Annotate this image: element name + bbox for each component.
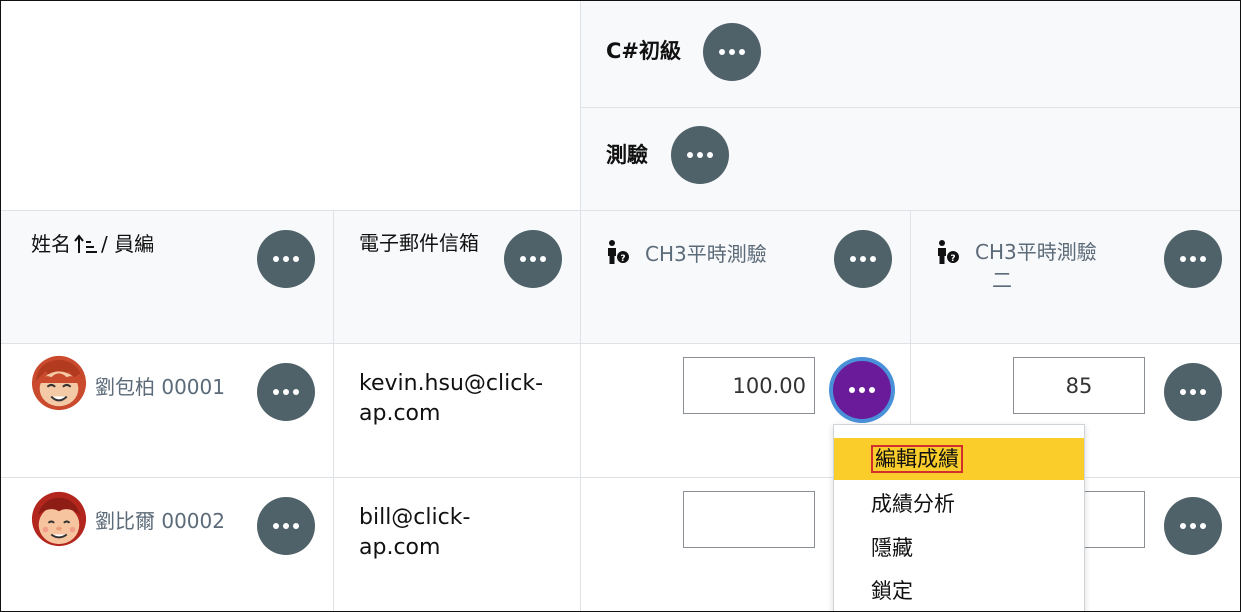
grade-item-2-label: CH3平時測驗 — [975, 240, 1097, 264]
name-sort-link[interactable]: 姓名 — [31, 228, 71, 257]
ellipsis-icon — [293, 256, 299, 262]
id-sort-link[interactable]: / 員編 — [101, 228, 154, 257]
ellipsis-icon — [520, 256, 526, 262]
student-name-link[interactable]: 劉比爾 00002 — [95, 505, 225, 534]
menu-item-label: 隱藏 — [871, 536, 913, 560]
avatar — [31, 355, 87, 411]
ellipsis-icon — [273, 523, 279, 529]
student-email: kevin.hsu@click- ap.com — [359, 369, 543, 429]
grade-item-1-link[interactable]: CH3平時測驗 — [645, 238, 767, 267]
email-column-actions-button[interactable] — [504, 230, 562, 288]
subcategory-title: 測驗 — [606, 143, 648, 167]
name-column-actions-button[interactable] — [257, 230, 315, 288]
ellipsis-icon — [273, 256, 279, 262]
ellipsis-icon — [283, 389, 289, 395]
divider — [580, 1, 581, 611]
ellipsis-icon — [1200, 523, 1206, 529]
ellipsis-icon — [719, 49, 725, 55]
ellipsis-icon — [293, 523, 299, 529]
grade-actions-menu: 編輯成績 成績分析 隱藏 鎖定 — [833, 424, 1085, 611]
student-name-link[interactable]: 劉包柏 00001 — [95, 371, 225, 400]
menu-item-label: 編輯成績 — [871, 445, 963, 473]
menu-item-grade-analysis[interactable]: 成績分析 — [834, 483, 1084, 525]
name-header: 姓名 / 員編 — [31, 227, 154, 257]
menu-item-hide[interactable]: 隱藏 — [834, 527, 1084, 569]
subcategory-actions-button[interactable] — [671, 126, 729, 184]
category-actions-button[interactable] — [703, 23, 761, 81]
menu-item-lock[interactable]: 鎖定 — [834, 570, 1084, 611]
grade-input[interactable] — [683, 357, 815, 414]
grade-item-1-actions-button[interactable] — [834, 230, 892, 288]
divider — [1, 343, 1240, 344]
ellipsis-icon — [859, 387, 865, 393]
divider — [333, 211, 334, 611]
ellipsis-icon — [1180, 523, 1186, 529]
email-text-cont: ap.com — [359, 401, 441, 426]
ellipsis-icon — [530, 256, 536, 262]
ellipsis-icon — [687, 152, 693, 158]
ellipsis-icon — [869, 387, 875, 393]
ellipsis-icon — [729, 49, 735, 55]
grade-item-2-label-cont: 二 — [992, 268, 1012, 292]
student-actions-button[interactable] — [257, 497, 315, 555]
ellipsis-icon — [707, 152, 713, 158]
student-actions-button[interactable] — [257, 363, 315, 421]
manual-grade-item-icon: ? — [938, 240, 959, 264]
grade-cell-actions-button[interactable] — [1164, 497, 1222, 555]
divider — [580, 107, 1240, 108]
grade-cell-actions-button[interactable] — [1164, 363, 1222, 421]
ellipsis-icon — [1200, 256, 1206, 262]
svg-text:?: ? — [950, 254, 955, 264]
ellipsis-icon — [1180, 389, 1186, 395]
ellipsis-icon — [293, 389, 299, 395]
ellipsis-icon — [860, 256, 866, 262]
ellipsis-icon — [1190, 389, 1196, 395]
gradebook-table: C#初級 測驗 姓名 / 員編 電子郵件信箱 ? CH3平時測驗 ? CH3平時… — [0, 0, 1241, 612]
grade-item-2-actions-button[interactable] — [1164, 230, 1222, 288]
menu-item-label: 鎖定 — [871, 579, 913, 603]
email-text-cont: ap.com — [359, 535, 441, 560]
grade-input[interactable] — [1013, 357, 1145, 414]
student-email: bill@click- ap.com — [359, 503, 470, 563]
ellipsis-icon — [283, 523, 289, 529]
divider — [1, 210, 1240, 211]
ellipsis-icon — [283, 256, 289, 262]
svg-text:?: ? — [620, 254, 625, 264]
ellipsis-icon — [540, 256, 546, 262]
ellipsis-icon — [1190, 256, 1196, 262]
menu-item-edit-grade[interactable]: 編輯成績 — [834, 438, 1084, 480]
email-text: kevin.hsu@click- — [359, 371, 544, 396]
ellipsis-icon — [739, 49, 745, 55]
ellipsis-icon — [697, 152, 703, 158]
ellipsis-icon — [1190, 523, 1196, 529]
ellipsis-icon — [1180, 256, 1186, 262]
grade-cell-actions-button[interactable] — [833, 361, 891, 419]
category-title: C#初級 — [606, 39, 682, 63]
grade-input[interactable] — [683, 491, 815, 548]
avatar — [31, 491, 87, 547]
sort-ascending-icon[interactable] — [73, 231, 99, 257]
ellipsis-icon — [1200, 389, 1206, 395]
menu-item-label: 成績分析 — [871, 492, 955, 516]
ellipsis-icon — [273, 389, 279, 395]
ellipsis-icon — [870, 256, 876, 262]
email-text: bill@click- — [359, 505, 471, 530]
email-header[interactable]: 電子郵件信箱 — [359, 227, 479, 256]
ellipsis-icon — [849, 387, 855, 393]
grade-item-2-link[interactable]: CH3平時測驗 二 — [975, 238, 1125, 294]
ellipsis-icon — [850, 256, 856, 262]
manual-grade-item-icon: ? — [608, 240, 629, 264]
